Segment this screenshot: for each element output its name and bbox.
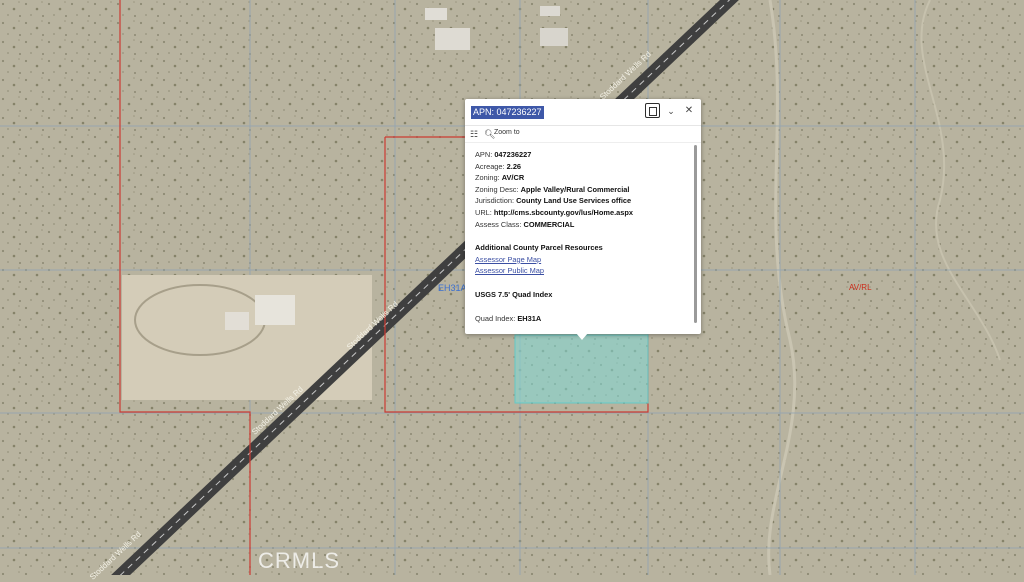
field-value: 2.26 — [506, 161, 522, 171]
building — [255, 295, 295, 325]
building — [540, 28, 568, 46]
field-value: Apple Valley/Rural Commercial — [520, 184, 630, 194]
quad-index-label: EH31A — [438, 283, 467, 293]
watermark: CRMLS — [258, 548, 341, 573]
field-row: Quad Index: EH31A — [475, 313, 690, 325]
field-label: Zoning: — [475, 173, 500, 183]
field-value: COMMERCIAL — [523, 219, 575, 229]
field-value: County Land Use Services office — [516, 196, 632, 206]
usgs-heading: USGS 7.5' Quad Index — [475, 289, 553, 299]
field-row: Assess Class: COMMERCIAL — [475, 219, 690, 231]
popup-pointer — [576, 333, 588, 340]
field-row: Acreage: 2.26 — [475, 161, 690, 173]
field-value: 047236227 — [494, 150, 532, 159]
zoom-to-button[interactable]: Zoom to — [494, 129, 520, 136]
field-label: Jurisdiction: — [475, 196, 515, 206]
popup-scrollbar[interactable] — [694, 145, 697, 323]
assessor-page-map-link[interactable]: Assessor Page Map — [475, 255, 541, 264]
field-label: URL: — [475, 207, 492, 217]
dock-icon[interactable] — [645, 103, 660, 118]
parcel-popup: APN: 047236227 ⌄ ✕ ☷ 🔍︎ Zoom to APN: 047… — [465, 99, 701, 334]
popup-title: APN: 047236227 — [471, 106, 544, 119]
field-row: Jurisdiction: County Land Use Services o… — [475, 195, 690, 207]
assessor-public-map-link[interactable]: Assessor Public Map — [475, 266, 544, 275]
field-value: EH31A — [517, 313, 542, 323]
field-row: APN: 047236227 — [475, 149, 690, 161]
building — [425, 8, 447, 20]
popup-header: APN: 047236227 ⌄ ✕ — [465, 99, 701, 126]
field-label: Zoning Desc: — [475, 184, 519, 194]
popup-content: APN: 047236227 Acreage: 2.26 Zoning: AV/… — [475, 149, 690, 324]
building — [540, 6, 560, 16]
field-row: Zoning Desc: Apple Valley/Rural Commerci… — [475, 184, 690, 196]
actions-grid-icon[interactable]: ☷ — [470, 129, 478, 140]
field-label: Acreage: — [475, 161, 505, 171]
building — [225, 312, 249, 330]
field-row: Zoning: AV/CR — [475, 172, 690, 184]
resources-heading: Additional County Parcel Resources — [475, 243, 603, 253]
field-label: APN: — [475, 150, 493, 159]
field-label: Assess Class: — [475, 219, 522, 229]
selected-parcel[interactable] — [514, 334, 649, 404]
popup-actions: ☷ 🔍︎ Zoom to — [465, 126, 701, 143]
close-icon[interactable]: ✕ — [681, 103, 697, 119]
field-row: URL: http://cms.sbcounty.gov/lus/Home.as… — [475, 207, 690, 219]
field-value: AV/CR — [501, 173, 525, 183]
building — [435, 28, 470, 50]
chevron-down-icon[interactable]: ⌄ — [663, 103, 679, 119]
field-label: Quad Index: — [475, 313, 516, 323]
zoning-label: AV/RL — [849, 283, 872, 292]
field-value: http://cms.sbcounty.gov/lus/Home.aspx — [493, 207, 633, 217]
